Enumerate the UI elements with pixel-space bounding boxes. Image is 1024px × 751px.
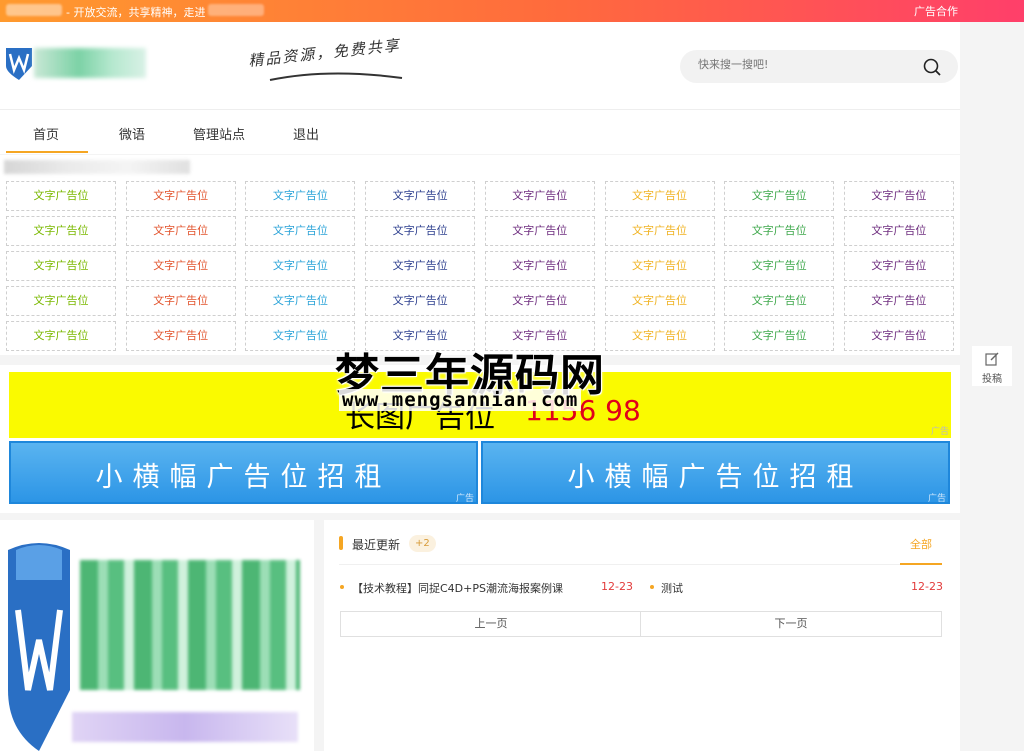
site-logo-icon[interactable] [4,46,34,80]
ad-tag: 广告 [455,494,474,504]
text-ad-cell[interactable]: 文字广告位 [365,251,476,281]
submit-post-label: 投稿 [982,374,1002,385]
text-ad-cell[interactable]: 文字广告位 [245,251,356,281]
all-link[interactable]: 全部 [910,536,932,552]
text-ad-cell[interactable]: 文字广告位 [843,321,954,351]
text-ad-cell[interactable]: 文字广告位 [724,321,835,351]
large-logo-icon [8,543,70,751]
small-banner-text: 小横幅广告位招租 [95,462,392,493]
prev-page-button[interactable]: 上一页 [340,611,642,637]
small-banner-ad-left[interactable]: 小横幅广告位招租 广告 [9,441,478,504]
text-ad-cell[interactable]: 文字广告位 [6,321,116,351]
nav-item-weiyu[interactable]: 微语 [119,124,145,143]
text-ad-cell[interactable]: 文字广告位 [604,321,715,351]
text-ad-cell[interactable]: 文字广告位 [724,181,835,211]
text-ad-cell[interactable]: 文字广告位 [604,181,715,211]
text-ad-cell[interactable]: 文字广告位 [484,181,595,211]
text-ad-cell[interactable]: 文字广告位 [604,251,715,281]
recent-item-date: 12-23 [911,580,943,593]
text-ad-cell[interactable]: 文字广告位 [365,216,476,246]
text-ad-cell[interactable]: 文字广告位 [125,216,236,246]
tagline-swoosh-icon [269,72,403,81]
section-divider [339,564,942,565]
submit-post-button[interactable]: 投稿 [972,346,1012,386]
text-ad-cell[interactable]: 文字广告位 [245,181,356,211]
text-ad-cell[interactable]: 文字广告位 [245,286,356,316]
blurred-profile-text [72,712,298,742]
text-ad-cell[interactable]: 文字广告位 [484,286,595,316]
text-ad-cell[interactable]: 文字广告位 [125,181,236,211]
text-ad-cell[interactable]: 文字广告位 [843,216,954,246]
list-bullet [650,585,654,589]
text-ad-cell[interactable]: 文字广告位 [843,251,954,281]
text-ad-cell[interactable]: 文字广告位 [125,286,236,316]
text-ad-cell[interactable]: 文字广告位 [6,251,116,281]
all-tab-indicator [900,563,942,565]
recent-item-title[interactable]: 测试 [661,580,683,596]
text-ad-cell[interactable]: 文字广告位 [843,181,954,211]
next-page-button[interactable]: 下一页 [640,611,942,637]
text-ad-cell[interactable]: 文字广告位 [365,181,476,211]
update-count-badge: +2 [409,535,436,552]
text-ad-cell[interactable]: 文字广告位 [245,216,356,246]
nav-item-admin[interactable]: 管理站点 [193,124,245,143]
nav-item-logout[interactable]: 退出 [293,124,319,143]
side-panel [960,22,1024,751]
search-input[interactable] [698,58,898,71]
edit-icon [985,352,999,366]
text-ad-cell[interactable]: 文字广告位 [724,216,835,246]
text-ad-cell[interactable]: 文字广告位 [6,181,116,211]
search-icon[interactable] [922,57,942,77]
blurred-site-name [6,4,62,16]
text-ad-cell[interactable]: 文字广告位 [724,251,835,281]
ad-tag: 广告 [927,494,946,504]
top-slogan: - 开放交流，共享精神，走进 [66,6,206,19]
recent-item-date: 12-23 [601,580,633,593]
small-banner-text: 小横幅广告位招租 [567,462,864,493]
text-ad-cell[interactable]: 文字广告位 [484,251,595,281]
blurred-logo-text [34,48,146,78]
text-ad-cell[interactable]: 文字广告位 [125,321,236,351]
ad-cooperation-link[interactable]: 广告合作 [914,3,958,19]
search-box[interactable] [680,50,958,83]
text-ad-cell[interactable]: 文字广告位 [843,286,954,316]
blurred-site-name-2 [208,4,264,16]
recent-item-title[interactable]: 【技术教程】同捉C4D+PS潮流海报案例课 [352,580,563,596]
blurred-avatar-image [80,560,300,690]
main-nav: 首页 微语 管理站点 退出 [0,110,960,154]
text-ad-cell[interactable]: 文字广告位 [604,216,715,246]
text-ad-cell[interactable]: 文字广告位 [6,286,116,316]
ad-tag: 广告 [930,427,949,437]
text-ad-cell[interactable]: 文字广告位 [604,286,715,316]
text-ad-cell[interactable]: 文字广告位 [6,216,116,246]
top-bar: - 开放交流，共享精神，走进 广告合作 [0,0,1024,22]
blurred-section-title [4,160,190,174]
nav-active-indicator [6,151,88,153]
list-bullet [340,585,344,589]
section-marker [339,536,343,550]
nav-item-home[interactable]: 首页 [33,124,59,143]
text-ad-cell[interactable]: 文字广告位 [724,286,835,316]
watermark-url: www.mengsannian.com [339,389,582,411]
recent-updates-title: 最近更新 [352,538,401,552]
text-ad-cell[interactable]: 文字广告位 [484,216,595,246]
text-ad-cell[interactable]: 文字广告位 [365,286,476,316]
small-banner-ad-right[interactable]: 小横幅广告位招租 广告 [481,441,950,504]
text-ad-cell[interactable]: 文字广告位 [125,251,236,281]
